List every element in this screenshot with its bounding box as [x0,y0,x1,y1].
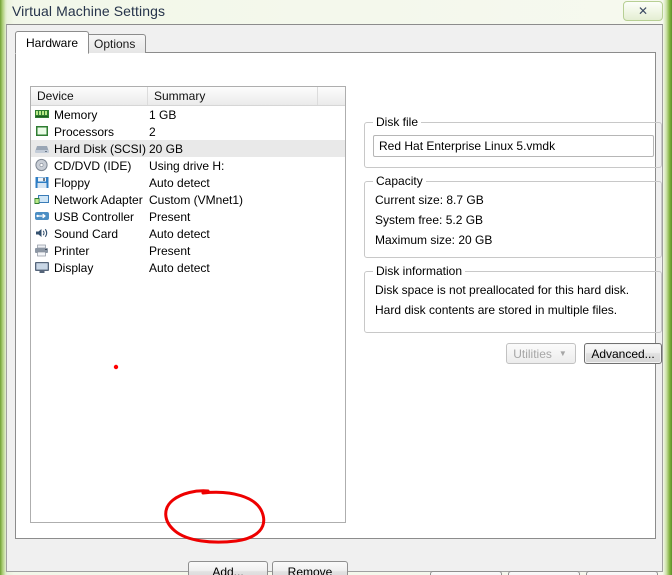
device-name: Network Adapter [54,192,143,207]
device-name: Printer [54,243,90,258]
device-row[interactable]: Sound Card Auto detect [31,225,345,242]
window-title: Virtual Machine Settings [12,3,166,19]
disk-information-group-title: Disk information [373,264,466,278]
settings-dialog: Hardware Options Device Summary Memory 1… [6,24,663,575]
device-summary: Present [149,209,191,224]
tab-options-label: Options [94,37,136,51]
device-row[interactable]: Network Adapter Custom (VMnet1) [31,191,345,208]
device-summary: Auto detect [149,226,210,241]
column-header-summary[interactable]: Summary [148,87,318,105]
advanced-button[interactable]: Advanced... [584,343,662,364]
usb-controller-icon [34,209,52,224]
disk-file-group: Disk file [364,115,662,168]
device-name: Memory [54,107,98,122]
chevron-down-icon: ▼ [558,348,567,358]
tab-hardware[interactable]: Hardware [15,31,90,54]
tab-hardware-label: Hardware [26,35,79,50]
column-header-summary-label: Summary [154,89,206,103]
cancel-button[interactable]: Cancel [508,571,580,575]
column-header-device[interactable]: Device [31,87,148,105]
utilities-button[interactable]: Utilities ▼ [506,343,576,364]
device-name: Display [54,260,94,275]
disk-information-line-2: Hard disk contents are stored in multipl… [375,303,618,317]
device-summary: Auto detect [149,260,210,275]
disk-information-line-1: Disk space is not preallocated for this … [375,283,630,297]
close-button[interactable]: ✕ [623,1,663,21]
device-list[interactable]: Device Summary Memory 1 GB Processors 2 Hard… [30,86,346,523]
device-summary: Custom (VMnet1) [149,192,244,207]
tab-options[interactable]: Options [83,34,147,53]
device-list-header: Device Summary [31,87,345,106]
window-frame: Virtual Machine Settings ✕ Hardware Opti… [0,0,672,575]
device-row[interactable]: Memory 1 GB [31,106,345,123]
processor-icon [34,124,52,139]
disk-file-input[interactable] [373,135,654,157]
device-row[interactable]: USB Controller Present [31,208,345,225]
memory-icon [34,107,52,122]
disk-file-group-title: Disk file [373,115,422,129]
title-bar: Virtual Machine Settings ✕ [0,0,672,24]
device-name: Hard Disk (SCSI) [54,141,147,156]
utilities-button-label: Utilities [513,346,552,361]
floppy-icon [34,175,52,190]
window-border-right [663,0,672,575]
capacity-system-free: System free: 5.2 GB [375,213,484,227]
display-icon [34,260,52,275]
column-header-blank[interactable] [318,87,345,105]
close-x-icon: ✕ [637,4,649,18]
device-name: USB Controller [54,209,135,224]
device-row[interactable]: Floppy Auto detect [31,174,345,191]
device-summary: Auto detect [149,175,210,190]
device-name: CD/DVD (IDE) [54,158,132,173]
cd-dvd-icon [34,158,52,173]
device-row[interactable]: Printer Present [31,242,345,259]
hardware-tab-page: Device Summary Memory 1 GB Processors 2 Hard… [15,52,662,575]
hard-disk-icon [34,141,52,156]
capacity-current-size: Current size: 8.7 GB [375,193,484,207]
sound-card-icon [34,226,52,241]
device-name: Floppy [54,175,91,190]
device-summary: 2 [149,124,156,139]
device-name: Processors [54,124,115,139]
capacity-group: Capacity Current size: 8.7 GB System fre… [364,174,662,258]
device-row[interactable]: Display Auto detect [31,259,345,276]
ok-button[interactable]: OK [430,571,502,575]
help-button[interactable]: Help [586,571,658,575]
capacity-group-title: Capacity [373,174,426,188]
device-summary: Present [149,243,191,258]
column-header-device-label: Device [37,89,74,103]
device-summary: 20 GB [149,141,184,156]
device-rows: Memory 1 GB Processors 2 Hard Disk (SCSI) 20 … [31,106,345,276]
device-name: Sound Card [54,226,119,241]
add-button[interactable]: Add... [188,561,268,575]
remove-button[interactable]: Remove [272,561,348,575]
disk-information-group: Disk information Disk space is not preal… [364,264,662,333]
device-row[interactable]: Processors 2 [31,123,345,140]
printer-icon [34,243,52,258]
device-row[interactable]: CD/DVD (IDE) Using drive H: [31,157,345,174]
device-summary: 1 GB [149,107,177,122]
network-adapter-icon [34,192,52,207]
tab-strip: Hardware Options [15,31,655,54]
device-row[interactable]: Hard Disk (SCSI) 20 GB [31,140,345,157]
device-summary: Using drive H: [149,158,225,173]
capacity-maximum-size: Maximum size: 20 GB [375,233,493,247]
